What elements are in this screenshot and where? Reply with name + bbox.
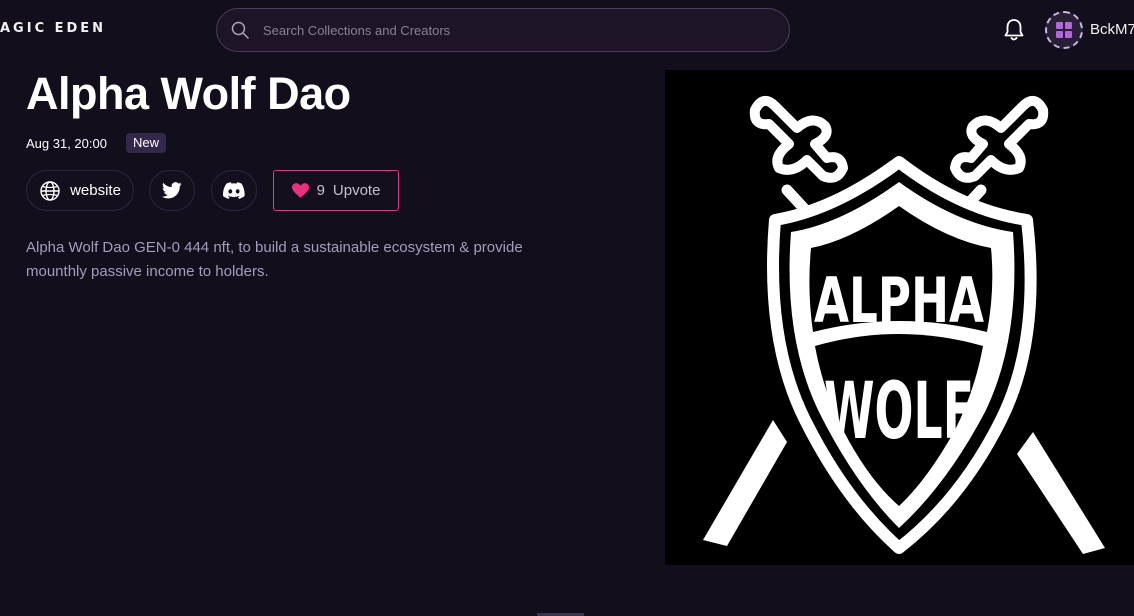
website-link-button[interactable]: website xyxy=(26,170,134,211)
launch-date: Aug 31, 20:00 xyxy=(26,136,107,151)
search-bar[interactable] xyxy=(216,8,790,52)
discord-link-button[interactable] xyxy=(211,170,257,211)
website-link-label: website xyxy=(70,182,121,199)
alpha-wolf-logo: ALPHA WOLF xyxy=(703,95,1105,554)
globe-icon xyxy=(40,180,60,201)
twitter-icon xyxy=(162,182,182,199)
user-avatar[interactable] xyxy=(1045,11,1083,49)
top-navigation-bar: AGIC EDEN BckM7 xyxy=(0,0,1134,60)
magic-eden-logo[interactable]: AGIC EDEN xyxy=(0,21,106,36)
project-title: Alpha Wolf Dao xyxy=(26,68,351,119)
project-image: ALPHA WOLF xyxy=(665,70,1134,565)
logo-text-wolf: WOLF xyxy=(824,367,974,457)
project-description: Alpha Wolf Dao GEN-0 444 nft, to build a… xyxy=(26,239,523,280)
upvote-button[interactable]: 9 Upvote xyxy=(273,170,399,211)
discord-icon xyxy=(223,182,245,199)
logo-text-alpha: ALPHA xyxy=(814,264,984,337)
upvote-count: 9 xyxy=(316,182,325,199)
twitter-link-button[interactable] xyxy=(149,170,195,211)
avatar-pattern xyxy=(1056,22,1072,38)
heart-icon xyxy=(291,183,309,198)
username-label[interactable]: BckM7 xyxy=(1090,21,1134,38)
notifications-button[interactable] xyxy=(1000,16,1028,44)
bell-icon xyxy=(1004,19,1024,41)
upvote-label: Upvote xyxy=(332,182,381,199)
search-input[interactable] xyxy=(263,22,743,38)
search-icon xyxy=(231,21,249,39)
status-badge: New xyxy=(126,133,167,153)
